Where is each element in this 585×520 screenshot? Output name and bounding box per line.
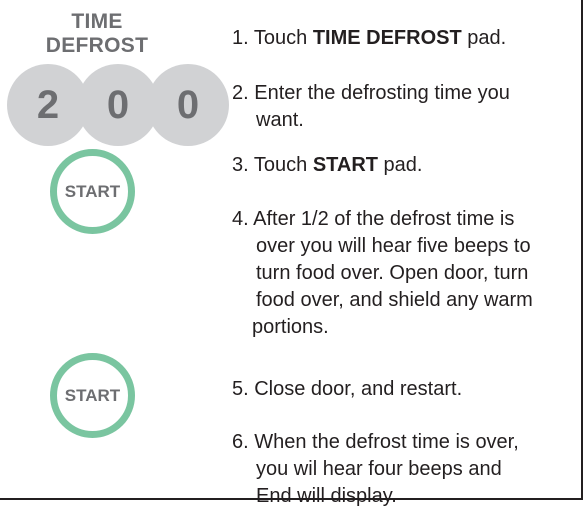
step-4-line5: portions. [252, 316, 329, 338]
step-6-line3: End will display. [256, 485, 397, 507]
step-3-prefix: 3. Touch [232, 154, 313, 176]
step-2-line1: 2. Enter the defrosting time you [232, 82, 510, 104]
step-5: 5. Close door, and restart. [232, 376, 462, 403]
step-1-bold: TIME DEFROST [312, 27, 462, 49]
step-1: 1. Touch TIME DEFROST pad. [232, 25, 506, 52]
step-3-suffix: pad. [378, 154, 423, 176]
step-4-line2: over you will hear five beeps to [256, 235, 531, 257]
step-6-line2: you wil hear four beeps and [256, 458, 502, 480]
step-2-line2: want. [256, 109, 304, 131]
step-1-suffix: pad. [461, 27, 507, 49]
step-4-line4: food over, and shield any warm [256, 289, 533, 311]
step-3: 3. Touch START pad. [232, 152, 422, 179]
time-defrost-label-line1: TIME [71, 10, 123, 33]
digit-pad-0-second: 0 [147, 64, 229, 146]
step-6: 6. When the defrost time is over, you wi… [232, 429, 519, 510]
time-defrost-pad-label: TIME DEFROST [22, 10, 172, 58]
step-4-line3: turn food over. Open door, turn [256, 262, 529, 284]
time-defrost-label-line2: DEFROST [45, 34, 149, 57]
step-4: 4. After 1/2 of the defrost time is over… [232, 206, 533, 341]
frame-right-border [581, 0, 583, 500]
step-3-bold: START [312, 154, 378, 176]
step-1-prefix: 1. Touch [232, 27, 313, 49]
step-2: 2. Enter the defrosting time you want. [232, 80, 510, 134]
step-5-line1: 5. Close door, and restart. [232, 378, 463, 400]
step-4-line1: 4. After 1/2 of the defrost time is [232, 208, 515, 230]
restart-pad-illustration: START [50, 353, 135, 438]
start-pad-illustration: START [50, 149, 135, 234]
step-6-line1: 6. When the defrost time is over, [232, 431, 519, 453]
